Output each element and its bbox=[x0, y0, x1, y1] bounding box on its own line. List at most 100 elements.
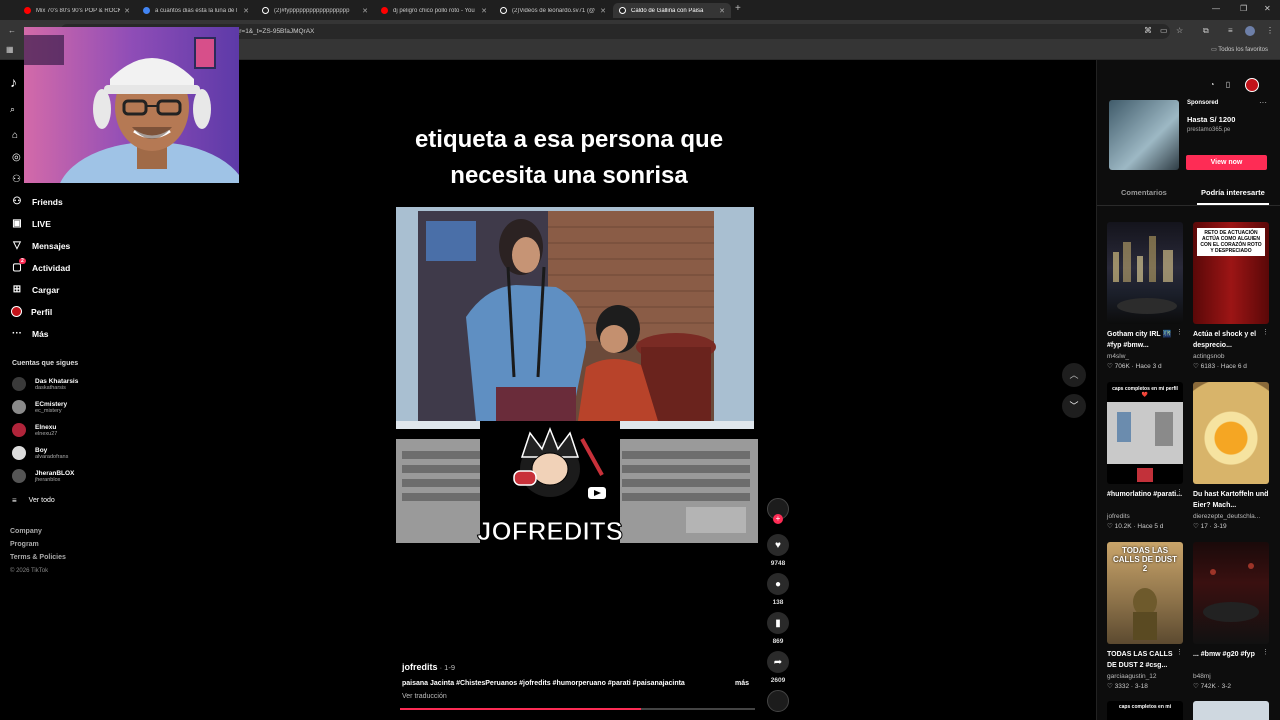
browser-tab[interactable]: (2)Videos de leonardo.sv71 (@ ✕ bbox=[494, 3, 612, 18]
sound-avatar[interactable] bbox=[767, 690, 789, 712]
browser-tab-active[interactable]: Caldo de Gallina con Paisa ✕ bbox=[613, 3, 731, 18]
nav-more[interactable]: ··· Más bbox=[10, 328, 49, 339]
like-button[interactable]: ♥ bbox=[767, 534, 789, 556]
all-bookmarks[interactable]: ▭ Todos los favoritos bbox=[1211, 46, 1268, 53]
profile-avatar[interactable] bbox=[1245, 26, 1255, 36]
tab-label: dj peligro chico pollo roto - You bbox=[393, 7, 475, 14]
ad-more-icon[interactable]: ··· bbox=[1259, 98, 1267, 107]
close-icon[interactable]: ✕ bbox=[243, 7, 249, 15]
following-icon[interactable]: ⚇ bbox=[12, 174, 21, 185]
translate-link[interactable]: Ver traducción bbox=[402, 693, 447, 700]
thumbnail-overlay-text: RETO DE ACTUACIÓN ACTÚA COMO ALGUIEN CON… bbox=[1197, 228, 1265, 256]
following-account[interactable]: Elnexu elnexu27 bbox=[12, 423, 57, 437]
friends-icon: ⚇ bbox=[12, 196, 22, 207]
extensions-icon[interactable]: ⧉ bbox=[1203, 26, 1209, 36]
browser-tab[interactable]: Mix 70's 80's 90's POP & ROCK ✕ bbox=[18, 3, 136, 18]
footer-program-link[interactable]: Program bbox=[10, 541, 39, 548]
close-icon[interactable]: ✕ bbox=[481, 7, 487, 15]
close-icon[interactable]: ✕ bbox=[124, 7, 130, 15]
footer-company-link[interactable]: Company bbox=[10, 528, 42, 535]
save-button[interactable]: ▮ bbox=[767, 612, 789, 634]
menu-icon[interactable]: ⋮ bbox=[1266, 26, 1274, 35]
new-tab-icon[interactable]: + bbox=[735, 3, 741, 14]
nav-label: Más bbox=[32, 328, 49, 339]
video-player[interactable]: JOFREDITS bbox=[396, 207, 758, 547]
recommended-video-card[interactable] bbox=[1193, 701, 1269, 720]
city-night-image bbox=[1113, 236, 1177, 314]
nav-live[interactable]: ▣ LIVE bbox=[10, 218, 51, 229]
recommended-video-card[interactable]: Du hast Kartoffeln und Eier? Mach... die… bbox=[1193, 382, 1269, 530]
card-more-icon[interactable]: ⋮ bbox=[1262, 488, 1269, 496]
video-frame: JOFREDITS bbox=[396, 207, 758, 547]
video-author[interactable]: jofredits · 1-9 bbox=[402, 662, 455, 672]
recommended-video-card[interactable]: caps completos en mi perfil ❤️ #humorlat… bbox=[1107, 382, 1183, 530]
cast-icon[interactable]: ▭ bbox=[1160, 26, 1168, 35]
card-more-icon[interactable]: ⋮ bbox=[1176, 488, 1183, 496]
tab-recommended[interactable]: Podría interesarte bbox=[1201, 188, 1265, 197]
recommended-video-card[interactable]: RETO DE ACTUACIÓN ACTÚA COMO ALGUIEN CON… bbox=[1193, 222, 1269, 370]
card-more-icon[interactable]: ⋮ bbox=[1176, 648, 1183, 656]
maximize-icon[interactable]: ❐ bbox=[1240, 4, 1247, 13]
video-user: dierezepte_deutschla... bbox=[1193, 513, 1261, 520]
ad-thumbnail[interactable] bbox=[1109, 100, 1179, 170]
nav-friends[interactable]: ⚇ Friends bbox=[10, 196, 63, 207]
explore-icon[interactable]: ◎ bbox=[12, 152, 21, 163]
follow-plus-icon[interactable]: + bbox=[773, 514, 783, 524]
nav-messages[interactable]: ▽ Mensajes bbox=[10, 240, 70, 251]
translate-icon[interactable]: ⌘ bbox=[1144, 26, 1152, 35]
browser-tab[interactable]: a cuantos dias esta la luna de l ✕ bbox=[137, 3, 255, 18]
more-button[interactable]: más bbox=[735, 680, 749, 687]
recommended-video-card[interactable]: Gotham city IRL 🌃 #fyp #bmw... m4slw_ ♡ … bbox=[1107, 222, 1183, 370]
apps-icon[interactable]: ▦ bbox=[6, 45, 14, 54]
recommended-video-card[interactable]: ... #bmw #g20 #fyp b48mj ♡ 742K · 3-2 ⋮ bbox=[1193, 542, 1269, 690]
video-title: Du hast Kartoffeln und Eier? Mach... bbox=[1193, 491, 1269, 509]
comment-button[interactable]: ● bbox=[767, 573, 789, 595]
window-close-icon[interactable]: ✕ bbox=[1264, 4, 1271, 13]
tiktok-logo-icon[interactable]: ♪ bbox=[10, 74, 17, 90]
user-avatar[interactable] bbox=[1245, 78, 1259, 92]
star-icon[interactable]: ☆ bbox=[1176, 26, 1183, 35]
tab-comments[interactable]: Comentarios bbox=[1121, 188, 1167, 197]
caption-line: etiqueta a esa persona que bbox=[414, 126, 724, 153]
previous-video-button[interactable]: ︿ bbox=[1062, 363, 1086, 387]
nav-upload[interactable]: ⊞ Cargar bbox=[10, 284, 60, 295]
browser-tab[interactable]: dj peligro chico pollo roto - You ✕ bbox=[375, 3, 493, 18]
speed-icon[interactable]: ◔ bbox=[1205, 78, 1219, 92]
nav-profile[interactable]: Perfil bbox=[10, 306, 52, 317]
following-account[interactable]: Boy alvaradofrans bbox=[12, 446, 68, 460]
tab-search-icon[interactable]: ≡ bbox=[1228, 26, 1233, 35]
browser-tab[interactable]: (2)#fypppppppppppppppppp ✕ bbox=[256, 3, 374, 18]
caption-line: necesita una sonrisa bbox=[450, 162, 688, 189]
minimize-icon[interactable]: — bbox=[1212, 4, 1220, 13]
footer-terms-link[interactable]: Terms & Policies bbox=[10, 554, 66, 561]
share-count: 2609 bbox=[770, 677, 786, 684]
ad-title: Hasta S/ 1200 bbox=[1187, 115, 1236, 124]
close-icon[interactable]: ✕ bbox=[600, 7, 606, 15]
recommended-video-card[interactable]: caps completos en mi bbox=[1107, 701, 1183, 720]
google-icon bbox=[143, 7, 150, 14]
following-account[interactable]: Das Khatarsis daskatharsis bbox=[12, 377, 78, 391]
view-now-button[interactable]: View now bbox=[1186, 155, 1267, 170]
share-button[interactable]: ➦ bbox=[767, 651, 789, 673]
device-icon[interactable]: ▯ bbox=[1221, 78, 1235, 92]
video-stats: ♡ 706K · Hace 3 d bbox=[1107, 363, 1162, 370]
profile-icon bbox=[11, 306, 22, 317]
back-icon[interactable]: ← bbox=[8, 26, 16, 35]
card-more-icon[interactable]: ⋮ bbox=[1176, 328, 1183, 336]
recommended-video-card[interactable]: TODAS LAS CALLS DE DUST 2 TODAS LAS CALL… bbox=[1107, 542, 1183, 690]
card-more-icon[interactable]: ⋮ bbox=[1262, 648, 1269, 656]
chevron-up-icon: ︿ bbox=[1069, 370, 1079, 380]
account-handle: elnexu27 bbox=[35, 430, 58, 437]
close-icon[interactable]: ✕ bbox=[719, 7, 725, 15]
home-icon[interactable]: ⌂ bbox=[12, 130, 18, 141]
tiktok-icon bbox=[262, 7, 269, 14]
nav-activity[interactable]: ▢ 2 Actividad bbox=[10, 258, 70, 273]
next-video-button[interactable]: ﹀ bbox=[1062, 394, 1086, 418]
see-all-button[interactable]: ≡ Ver todo bbox=[12, 496, 55, 505]
card-more-icon[interactable]: ⋮ bbox=[1262, 328, 1269, 336]
following-account[interactable]: JheranBLOX jheranblox bbox=[12, 469, 74, 483]
close-icon[interactable]: ✕ bbox=[362, 7, 368, 15]
account-handle: ec_mistery bbox=[35, 407, 62, 414]
following-account[interactable]: ECmistery ec_mistery bbox=[12, 400, 67, 414]
search-icon[interactable]: ⌕ bbox=[10, 104, 15, 115]
